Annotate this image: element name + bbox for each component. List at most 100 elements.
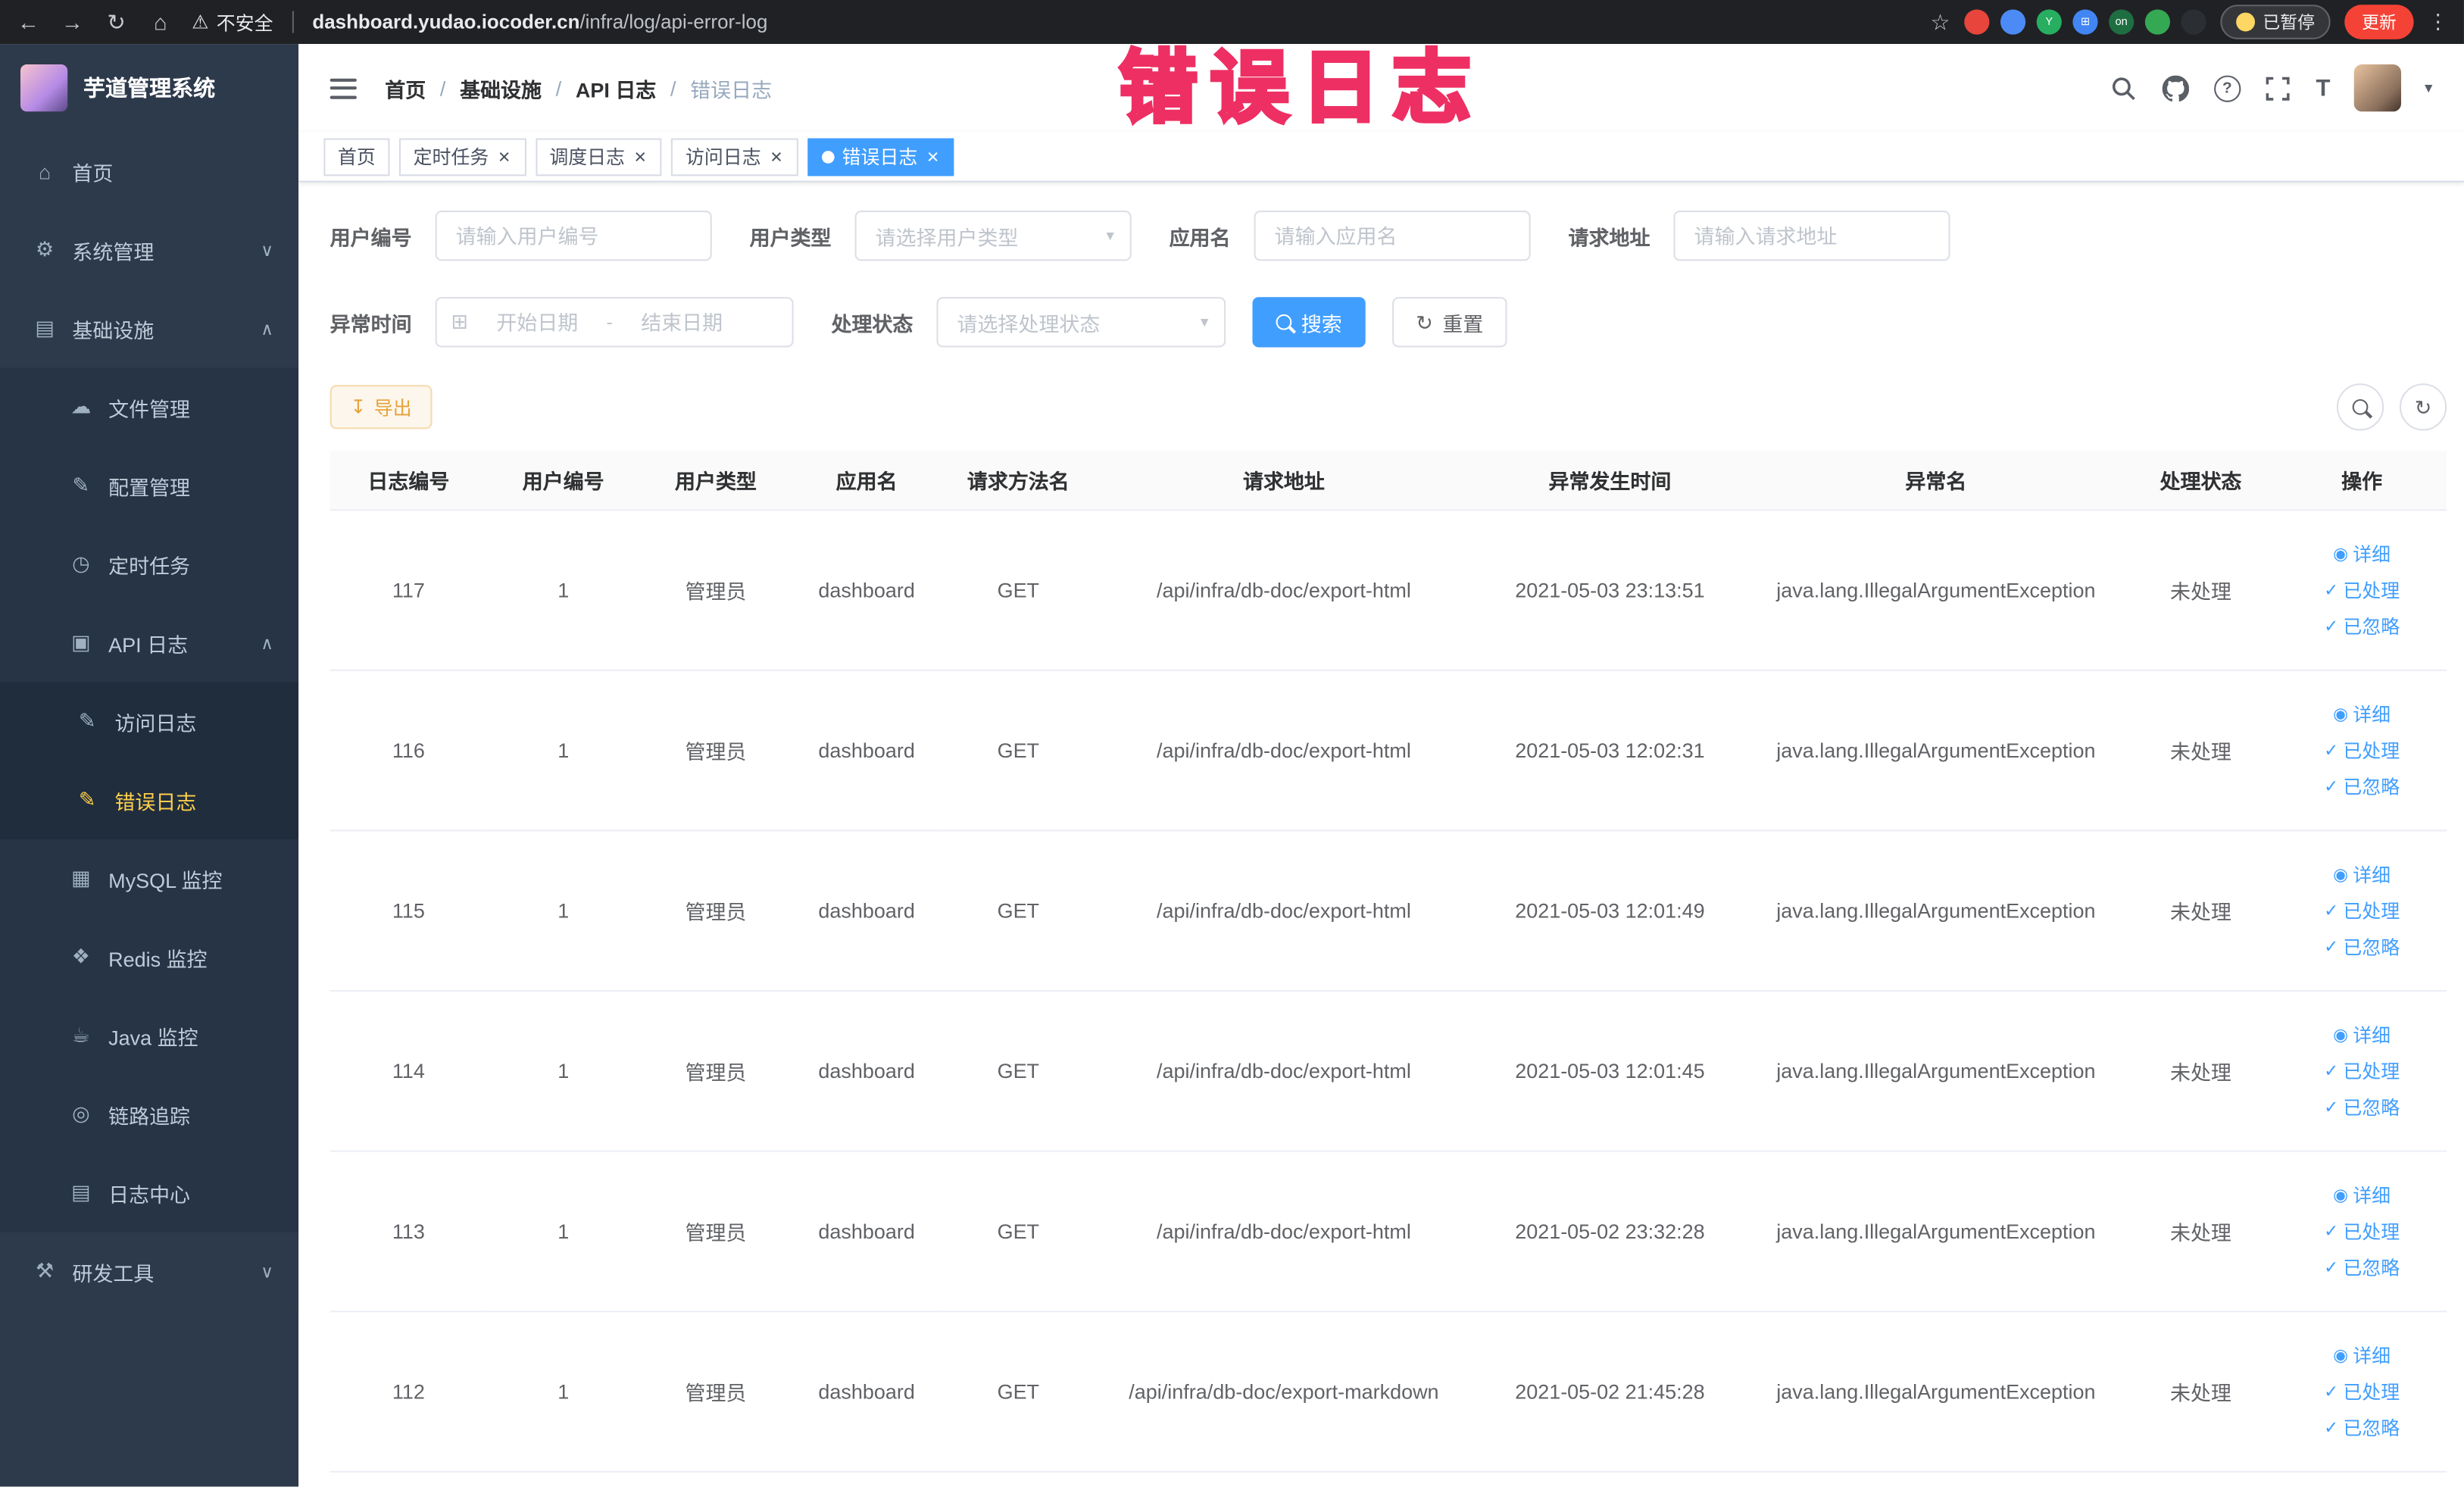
extension-icon[interactable] [1964,9,1990,35]
sidebar-item[interactable]: ⚒ 研发工具 ∨ [0,1232,299,1311]
view-tab[interactable]: 定时任务 × [398,137,526,176]
sidebar-item[interactable]: ❖ Redis 监控 [0,917,299,997]
detail-link[interactable]: ◉ 详细 [2333,1018,2391,1053]
sidebar-item[interactable]: ▦ MySQL 监控 [0,839,299,918]
export-button[interactable]: ↧ 导出 [329,385,433,430]
processed-link[interactable]: ✓ 已处理 [2324,734,2400,769]
extension-icon[interactable] [2000,9,2026,35]
close-icon[interactable]: × [926,146,941,167]
header-actions: ? T ▾ [2110,64,2432,112]
ignore-link[interactable]: ✓ 已忽略 [2324,610,2400,645]
extension-icon[interactable] [2144,9,2171,35]
status-cell: 未处理 [2124,670,2278,832]
processed-link[interactable]: ✓ 已处理 [2324,1054,2400,1089]
ignore-link[interactable]: ✓ 已忽略 [2324,1411,2400,1446]
breadcrumb-item[interactable]: 错误日志 / [690,73,772,102]
config-icon: ✎ [72,473,90,497]
search-icon[interactable] [2110,74,2138,102]
browser-forward-button[interactable]: → [60,11,85,33]
extension-icon[interactable] [2181,9,2206,35]
process-status-label: 处理状态 [831,311,913,336]
sidebar-item[interactable]: ✎ 错误日志 [0,761,299,839]
view-tab[interactable]: 首页 [323,137,390,176]
view-tab[interactable]: 错误日志 × [807,137,955,176]
request-url-cell: /api/infra/db-doc/export-html [1095,1151,1472,1313]
sidebar-item[interactable]: ◎ 链路追踪 [0,1075,299,1154]
address-bar[interactable]: dashboard.yudao.iocoder.cn /infra/log/ap… [312,11,767,33]
sidebar-item[interactable]: ✎ 配置管理 [0,446,299,525]
paused-badge[interactable]: 已暂停 [2220,5,2331,39]
view-tab[interactable]: 调度日志 × [535,137,662,176]
help-icon[interactable]: ? [2213,74,2241,102]
view-tab[interactable]: 访问日志 × [671,137,798,176]
security-indicator[interactable]: ⚠ 不安全 [192,8,273,35]
close-icon[interactable]: × [497,146,512,167]
ignore-link[interactable]: ✓ 已忽略 [2324,930,2400,965]
extension-icon[interactable]: Y [2036,9,2062,35]
toggle-search-button[interactable] [2336,383,2384,431]
breadcrumb-item[interactable]: API 日志 / [576,73,690,102]
end-date-input[interactable] [620,308,744,336]
eye-icon: ◉ [2333,705,2349,725]
table-row: 115 1 管理员 dashboard GET /api/infra/db-do… [329,830,2447,992]
detail-link[interactable]: ◉ 详细 [2333,698,2391,733]
user-id-input[interactable] [435,210,712,261]
request-url-input[interactable] [1673,210,1950,261]
column-header: 异常发生时间 [1472,451,1747,511]
browser-update-button[interactable]: 更新 [2344,5,2414,39]
sidebar-item[interactable]: ☁ 文件管理 [0,367,299,447]
detail-link[interactable]: ◉ 详细 [2333,1339,2391,1374]
processed-link[interactable]: ✓ 已处理 [2324,573,2400,608]
ignore-link[interactable]: ✓ 已忽略 [2324,770,2400,805]
processed-link[interactable]: ✓ 已处理 [2324,1215,2400,1250]
browser-back-button[interactable]: ← [16,11,41,33]
date-range-picker[interactable]: ⊞ - [435,297,794,348]
browser-reload-button[interactable]: ↻ [104,11,129,33]
app-logo: 芋道管理系统 [0,44,298,132]
sidebar-item[interactable]: ⌂ 首页 [0,132,299,211]
detail-link[interactable]: ◉ 详细 [2333,858,2391,893]
fullscreen-icon[interactable] [2264,74,2292,102]
exception-time-cell: 2021-05-03 12:01:45 [1472,991,1747,1152]
sidebar-item[interactable]: ◷ 定时任务 [0,524,299,604]
ignore-link[interactable]: ✓ 已忽略 [2324,1091,2400,1126]
app-name-input[interactable] [1254,210,1531,261]
sidebar-item[interactable]: ▤ 基础设施 ∧ [0,289,299,368]
refresh-button[interactable]: ↻ [2399,383,2447,431]
browser-home-button[interactable]: ⌂ [148,11,173,33]
user-avatar[interactable] [2353,64,2401,112]
reset-button[interactable]: ↻ 重置 [1392,297,1507,348]
processed-link[interactable]: ✓ 已处理 [2324,1375,2400,1410]
sidebar-item[interactable]: ▤ 日志中心 [0,1153,299,1232]
ignore-link[interactable]: ✓ 已忽略 [2324,1251,2400,1286]
close-icon[interactable]: × [769,146,784,167]
extension-icon[interactable]: ⊞ [2072,9,2098,35]
sidebar-toggle-icon[interactable] [329,77,357,98]
user-type-select[interactable]: 请选择用户类型 ▾ [854,210,1132,261]
extension-icon[interactable]: on [2109,9,2135,35]
sidebar-item[interactable]: ⚙ 系统管理 ∨ [0,210,299,289]
sidebar-item[interactable]: ▣ API 日志 ∧ [0,603,299,683]
close-icon[interactable]: × [632,146,648,167]
breadcrumb-item[interactable]: 首页 / [385,73,460,102]
user-id-cell: 1 [487,670,640,832]
font-size-icon[interactable]: T [2316,75,2331,102]
sidebar-item[interactable]: ☕ Java 监控 [0,996,299,1076]
check-icon: ✓ [2324,901,2339,921]
tab-label: 访问日志 [685,145,761,168]
chevron-down-icon[interactable]: ▾ [2425,80,2432,97]
browser-menu-icon[interactable]: ⋮ [2428,9,2448,34]
breadcrumb-item[interactable]: 基础设施 / [460,73,576,102]
process-status-select[interactable]: 请选择处理状态 ▾ [936,297,1226,348]
detail-link[interactable]: ◉ 详细 [2333,1179,2391,1214]
sidebar-item[interactable]: ✎ 访问日志 [0,682,299,761]
github-icon[interactable] [2162,74,2190,102]
processed-link[interactable]: ✓ 已处理 [2324,894,2400,929]
exception-time-cell: 2021-05-02 21:45:28 [1472,1311,1747,1473]
search-button[interactable]: 搜索 [1252,297,1366,348]
request-url-label: 请求地址 [1568,225,1650,249]
actions-cell: ◉ 详细 ✓ 已处理 ✓ 已忽略 [2277,510,2447,671]
start-date-input[interactable] [476,308,599,336]
detail-link[interactable]: ◉ 详细 [2333,538,2391,573]
bookmark-star-icon[interactable]: ☆ [1931,8,1950,35]
